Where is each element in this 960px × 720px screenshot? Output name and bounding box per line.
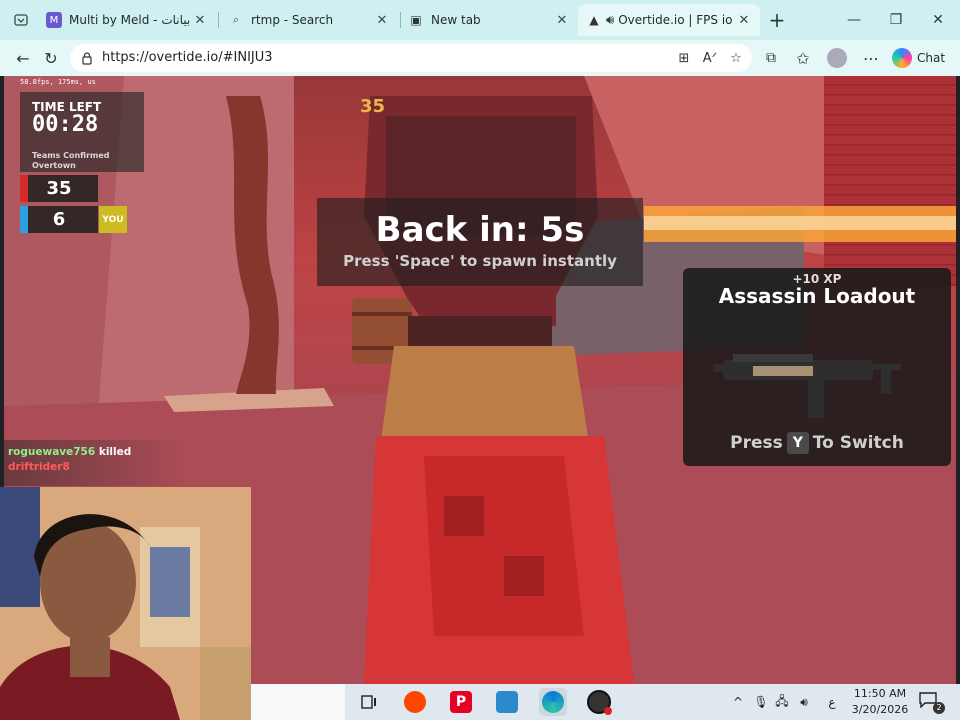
reddit-icon[interactable] <box>401 688 429 716</box>
switch-key: Y <box>786 432 809 454</box>
tab-title: Multi by Meld - جة بيانات <box>69 13 192 27</box>
microphone-icon[interactable]: 🎙︎ <box>753 693 769 711</box>
browser-toolbar: ← ↻ https://overtide.io/#INIJU3 ⊞ Aᐟ ☆ ⧉… <box>0 40 960 76</box>
respawn-countdown: Back in: 5s <box>375 210 585 250</box>
recording-dot-icon <box>604 707 612 715</box>
extension-icon[interactable]: ⧉ <box>758 45 784 71</box>
lock-icon[interactable] <box>80 51 94 65</box>
reddit-logo <box>404 691 426 713</box>
game-mode-label: Teams Confirmed <box>32 151 110 160</box>
timer-value: 00:28 <box>32 112 99 137</box>
score-value: 6 <box>52 209 66 230</box>
avatar <box>827 48 847 68</box>
overtide-favicon-icon: ▲ <box>589 13 599 27</box>
favorite-star-icon[interactable]: ☆ <box>726 48 746 68</box>
input-language[interactable]: ع <box>825 693 839 711</box>
tab-strip: M Multi by Meld - جة بيانات ✕ ⌕ rtmp - S… <box>0 0 960 40</box>
chat-label: Chat <box>917 51 946 65</box>
app-available-icon[interactable]: ⊞ <box>674 48 694 68</box>
tab-title: New tab <box>431 13 481 27</box>
loadout-name: Assassin Loadout <box>718 284 916 308</box>
tab-new-tab[interactable]: ▣ New tab ✕ <box>400 4 578 36</box>
url-text[interactable]: https://overtide.io/#INIJU3 <box>102 50 273 65</box>
task-view-glyph <box>361 695 376 709</box>
map-name-label: Overtown <box>32 161 76 170</box>
close-window-button[interactable]: ✕ <box>926 8 950 32</box>
notification-center-icon[interactable]: 2 <box>919 692 945 714</box>
close-tab-icon[interactable]: ✕ <box>736 13 752 28</box>
newtab-icon: ▣ <box>410 13 422 27</box>
kill-verb: killed <box>98 446 132 458</box>
clock-time: 11:50 AM <box>853 687 907 700</box>
you-badge: YOU <box>99 206 127 233</box>
read-aloud-icon[interactable]: Aᐟ <box>700 48 720 68</box>
smg-weapon-icon <box>713 354 901 418</box>
webcam-feed <box>0 487 251 720</box>
respawn-panel: Back in: 5s Press 'Space' to spawn insta… <box>317 198 643 286</box>
edge-icon[interactable] <box>539 688 567 716</box>
notification-count: 2 <box>933 702 945 714</box>
victim-name: driftrider8 <box>8 461 70 473</box>
task-view-icon[interactable] <box>355 688 383 716</box>
switch-label: To Switch <box>812 433 904 453</box>
game-app-icon[interactable] <box>493 688 521 716</box>
clock-date: 3/20/2026 <box>851 703 909 716</box>
refresh-button[interactable]: ↻ <box>38 45 64 71</box>
blue-team-score: 6 <box>20 206 98 233</box>
tab-title: Overtide.io | FPS io G <box>618 13 736 27</box>
edge-logo <box>542 691 564 713</box>
taskbar-search[interactable] <box>251 684 345 720</box>
close-tab-icon[interactable]: ✕ <box>554 13 570 28</box>
copilot-icon <box>892 48 912 68</box>
kill-feed: roguewave756 killed driftrider8 <box>4 440 188 486</box>
obs-logo <box>587 690 612 715</box>
respawn-hint: Press 'Space' to spawn instantly <box>343 252 617 270</box>
address-bar[interactable]: https://overtide.io/#INIJU3 ⊞ Aᐟ ☆ <box>70 44 752 72</box>
switch-hint: Press Y To Switch <box>683 432 951 454</box>
tab-separator <box>218 12 219 28</box>
obs-icon[interactable] <box>585 688 613 716</box>
pinterest-logo: P <box>450 691 472 713</box>
tab-actions-icon <box>14 14 28 26</box>
kill-feed-entry: roguewave756 killed <box>8 446 131 458</box>
more-options-icon[interactable]: ⋯ <box>858 45 884 71</box>
search-icon: ⌕ <box>232 13 240 26</box>
tab-actions-menu-button[interactable] <box>8 7 34 33</box>
tab-meld[interactable]: M Multi by Meld - جة بيانات ✕ <box>38 4 216 36</box>
speaker-icon[interactable]: 🔊︎ <box>606 13 614 28</box>
tab-title: rtmp - Search <box>251 13 334 27</box>
objective-counter: 35 <box>360 96 386 117</box>
killer-name: roguewave756 <box>8 446 96 458</box>
network-icon[interactable]: 🖧︎ <box>773 693 791 711</box>
minimize-button[interactable]: — <box>842 8 866 32</box>
windows-taskbar: P ^ 🎙︎ 🖧︎ 🔊︎ ع 11:50 AM 3/20/2026 2 <box>251 684 960 720</box>
back-button[interactable]: ← <box>10 45 36 71</box>
press-label: Press <box>730 433 783 453</box>
restore-button[interactable]: ❐ <box>884 8 908 32</box>
game-app-logo <box>496 691 518 713</box>
match-timer-panel: TIME LEFT 00:28 Teams Confirmed Overtown <box>20 92 144 172</box>
profile-avatar[interactable] <box>824 45 850 71</box>
volume-icon[interactable]: 🔊︎ <box>795 693 813 711</box>
show-hidden-icons-icon[interactable]: ^ <box>729 693 747 711</box>
close-tab-icon[interactable]: ✕ <box>192 13 208 28</box>
pinterest-icon[interactable]: P <box>447 688 475 716</box>
meld-favicon-icon: M <box>46 12 62 28</box>
performance-readout: 58.8fps, 175ms, us <box>20 78 96 86</box>
red-team-score: 35 <box>20 175 98 202</box>
new-tab-button[interactable]: + <box>764 7 790 33</box>
tab-rtmp-search[interactable]: ⌕ rtmp - Search ✕ <box>220 4 398 36</box>
favorites-icon[interactable]: ✩ <box>790 45 816 71</box>
webcam-overlay <box>0 487 251 720</box>
close-tab-icon[interactable]: ✕ <box>374 13 390 28</box>
tab-overtide[interactable]: ▲ 🔊︎ Overtide.io | FPS io G ✕ <box>578 4 760 36</box>
system-clock[interactable]: 11:50 AM 3/20/2026 <box>847 686 913 718</box>
loadout-panel[interactable]: +10 XP Assassin Loadout Press Y To Switc… <box>683 268 951 466</box>
copilot-chat-button[interactable]: Chat <box>892 45 945 71</box>
score-value: 35 <box>46 178 72 199</box>
